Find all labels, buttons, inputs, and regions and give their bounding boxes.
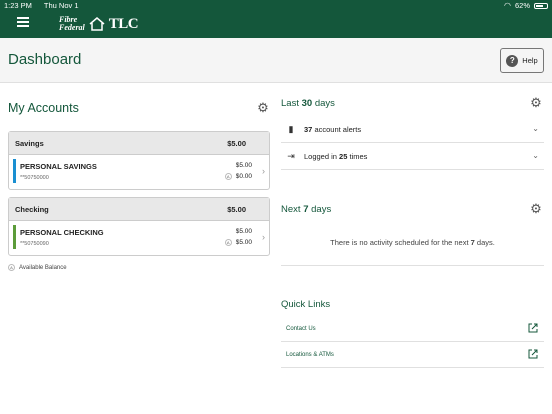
group-total: $5.00: [227, 138, 246, 148]
wallet-icon: ▮: [288, 123, 294, 134]
chevron-right-icon: ›: [262, 166, 265, 176]
quick-link-contact-us[interactable]: Contact Us: [281, 316, 544, 342]
available-balance: $5.00: [235, 239, 252, 246]
page-title: Dashboard: [8, 51, 82, 68]
current-balance: $5.00: [235, 228, 252, 235]
next-days-settings-gear-icon[interactable]: ⚙: [530, 202, 542, 215]
available-icon: A: [224, 239, 232, 246]
alerts-label: account alerts: [314, 124, 362, 134]
available-legend-label: Available Balance: [19, 264, 67, 271]
help-button[interactable]: ? Help: [500, 48, 544, 73]
status-time: 1:23 PM: [4, 1, 32, 10]
quick-link-label: Locations & ATMs: [286, 351, 334, 358]
quick-link-label: Contact Us: [286, 325, 316, 332]
logo-fibre-federal: Fibre Federal: [59, 15, 85, 32]
quick-link-locations-atms[interactable]: Locations & ATMs: [281, 342, 544, 368]
current-balance: $5.00: [235, 162, 252, 169]
next-days-title: Next 7 days: [281, 204, 332, 215]
group-header[interactable]: Checking $5.00: [9, 198, 269, 221]
external-link-icon: [528, 323, 538, 333]
chevron-down-icon: ⌄: [532, 151, 539, 160]
page-header: Dashboard ? Help: [0, 38, 552, 83]
last-days-title: Last 30 days: [281, 98, 335, 109]
divider: [281, 265, 544, 266]
account-color-bar: [13, 159, 16, 183]
sign-in-icon: ⇥: [287, 150, 295, 161]
account-row-personal-savings[interactable]: PERSONAL SAVINGS **50750000 $5.00 A $0.0…: [9, 155, 269, 189]
account-name: PERSONAL SAVINGS: [20, 162, 97, 171]
battery-percent: 62%: [514, 1, 530, 10]
group-name: Checking: [15, 204, 49, 214]
alerts-count: 37: [304, 124, 313, 134]
help-label: Help: [522, 56, 538, 65]
account-number: **50750000: [20, 175, 49, 181]
group-header[interactable]: Savings $5.00: [9, 132, 269, 155]
quick-links-title: Quick Links: [281, 299, 331, 310]
account-number: **50750090: [20, 241, 49, 247]
account-row-personal-checking[interactable]: PERSONAL CHECKING **50750090 $5.00 A $5.…: [9, 221, 269, 255]
available-balance-row: A $5.00: [224, 239, 252, 246]
available-balance-legend: A Available Balance: [8, 264, 67, 271]
logins-prefix: Logged in: [304, 151, 337, 161]
group-total: $5.00: [227, 204, 246, 214]
last-days-settings-gear-icon[interactable]: ⚙: [530, 96, 542, 109]
question-icon: ?: [506, 54, 519, 67]
logo: Fibre Federal TLC: [59, 14, 139, 34]
wifi-icon: ◠: [504, 1, 511, 10]
available-icon: A: [224, 173, 232, 180]
logins-count: 25: [339, 151, 348, 161]
available-balance: $0.00: [235, 173, 252, 180]
status-bar-left: 1:23 PM Thu Nov 1: [4, 1, 89, 10]
menu-icon[interactable]: [17, 17, 29, 27]
accounts-settings-gear-icon[interactable]: ⚙: [257, 101, 269, 114]
logo-tlc: TLC: [108, 15, 139, 32]
account-color-bar: [13, 225, 16, 249]
app-header: 1:23 PM Thu Nov 1 ◠ 62% Fibre Federal TL…: [0, 0, 552, 38]
account-name: PERSONAL CHECKING: [20, 228, 104, 237]
account-group-savings: Savings $5.00 PERSONAL SAVINGS **5075000…: [8, 131, 270, 190]
chevron-right-icon: ›: [262, 232, 265, 242]
status-date: Thu Nov 1: [43, 1, 79, 10]
external-link-icon: [528, 349, 538, 359]
group-name: Savings: [15, 138, 44, 148]
my-accounts-title: My Accounts: [8, 101, 79, 115]
account-group-checking: Checking $5.00 PERSONAL CHECKING **50750…: [8, 197, 270, 256]
no-activity-message: There is no activity scheduled for the n…: [330, 238, 495, 247]
available-icon: A: [8, 264, 15, 271]
available-balance-row: A $0.00: [224, 173, 252, 180]
battery-icon: [534, 2, 548, 9]
logo-house-icon: [89, 17, 105, 31]
logins-suffix: times: [349, 151, 368, 161]
account-alerts-row[interactable]: ▮ 37 account alerts ⌄: [281, 116, 544, 143]
logins-row[interactable]: ⇥ Logged in 25 times ⌄: [281, 143, 544, 170]
chevron-down-icon: ⌄: [532, 124, 539, 133]
status-bar-right: ◠ 62%: [504, 1, 548, 10]
